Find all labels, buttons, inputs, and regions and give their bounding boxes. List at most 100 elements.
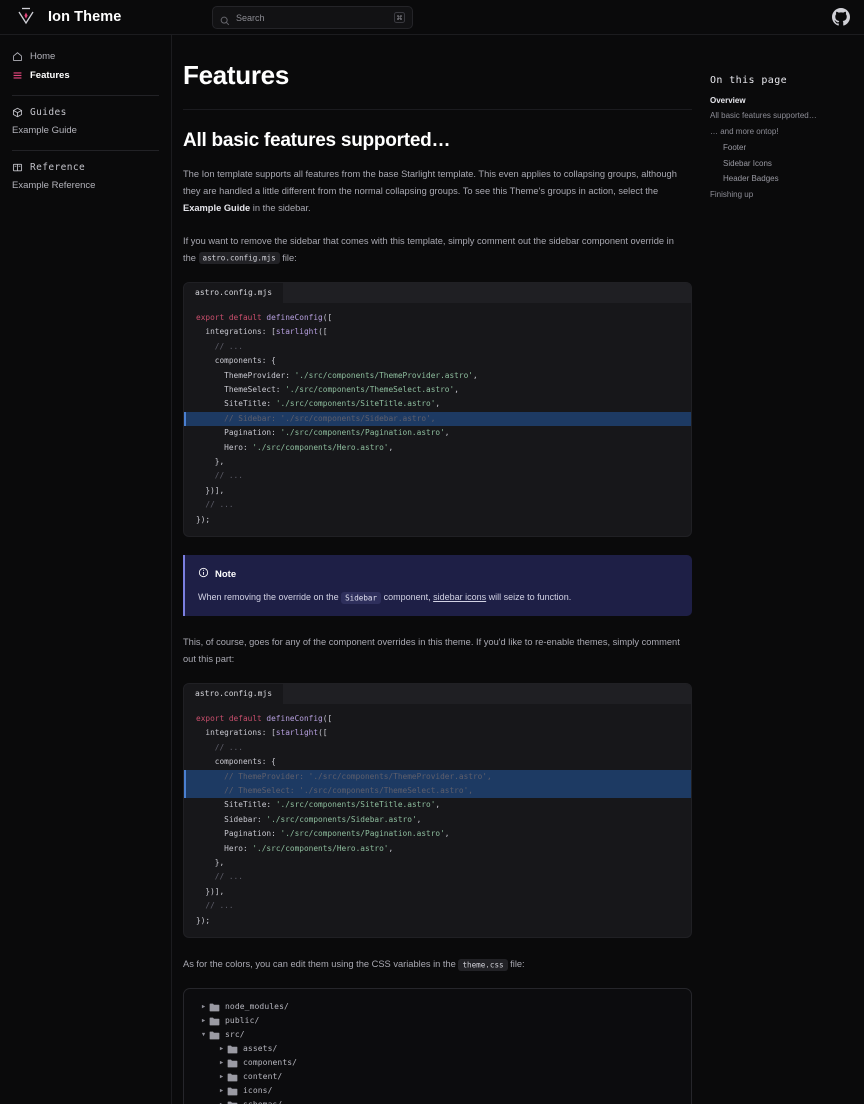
toc-title: On this page [710, 75, 854, 86]
code-line: integrations: [starlight([ [184, 325, 691, 339]
brand-title: Ion Theme [48, 9, 121, 25]
toc-item[interactable]: All basic features supported… [710, 109, 854, 125]
code-line: components: { [184, 354, 691, 368]
folder-icon [227, 1045, 238, 1054]
toc-item[interactable]: Header Badges [710, 172, 854, 188]
disclosure-caret-icon[interactable]: ▶ [216, 1084, 227, 1098]
code-line: // ... [184, 340, 691, 354]
disclosure-caret-icon[interactable]: ▶ [216, 1056, 227, 1070]
toc-item[interactable]: Overview [710, 93, 854, 109]
sidebar-divider [12, 150, 159, 151]
sidebar-group-guides[interactable]: Guides [0, 104, 171, 121]
code-line: // ... [184, 469, 691, 483]
para1-text-b: in the sidebar. [250, 203, 310, 213]
code-block-1-tab-label[interactable]: astro.config.mjs [184, 283, 283, 303]
folder-name: content/ [243, 1070, 282, 1084]
folder-name: components/ [243, 1056, 297, 1070]
disclosure-caret-icon[interactable]: ▶ [216, 1098, 227, 1104]
info-icon [198, 565, 209, 583]
paragraph-2: If you want to remove the sidebar that c… [183, 233, 683, 267]
toc-item[interactable]: … and more ontop! [710, 125, 854, 141]
folder-icon [227, 1059, 238, 1068]
code-block-1: astro.config.mjs export default defineCo… [183, 282, 692, 537]
disclosure-caret-icon[interactable]: ▶ [216, 1042, 227, 1056]
note-text-b: component, [381, 592, 433, 602]
code-line: export default defineConfig([ [184, 311, 691, 325]
code-line: // ... [184, 870, 691, 884]
code-line: Hero: './src/components/Hero.astro', [184, 842, 691, 856]
sidebar-icons-link[interactable]: sidebar icons [433, 592, 486, 602]
sidebar-group-label: Reference [30, 162, 85, 173]
app-root: Ion Theme Search ⌘ [0, 0, 864, 1104]
ion-logo-icon [13, 6, 39, 28]
sidebar-item-label: Example Guide [12, 125, 77, 136]
code-line: // Sidebar: './src/components/Sidebar.as… [184, 412, 691, 426]
code-line: integrations: [starlight([ [184, 726, 691, 740]
folder-icon [209, 1031, 220, 1040]
code-line: SiteTitle: './src/components/SiteTitle.a… [184, 397, 691, 411]
code-block-2-tabs: astro.config.mjs [184, 684, 691, 704]
brand[interactable]: Ion Theme [0, 6, 172, 28]
paragraph-4: As for the colors, you can edit them usi… [183, 956, 683, 973]
toc-item[interactable]: Finishing up [710, 188, 854, 204]
sidebar-item-features[interactable]: Features [0, 66, 171, 85]
code-line: }, [184, 856, 691, 870]
file-tree: ▶node_modules/▶public/▼src/▶assets/▶comp… [183, 988, 692, 1104]
code-block-2: astro.config.mjs export default defineCo… [183, 683, 692, 938]
code-line: components: { [184, 755, 691, 769]
search-input[interactable]: Search ⌘ [212, 6, 413, 29]
sidebar-item-example-guide[interactable]: Example Guide [0, 121, 171, 140]
file-tree-row[interactable]: ▼src/ [184, 1028, 691, 1042]
code-block-1-body: export default defineConfig([ integratio… [184, 303, 691, 536]
file-tree-row[interactable]: ▶ components/ [184, 1056, 691, 1070]
file-tree-row[interactable]: ▶assets/ [184, 1042, 691, 1056]
para1-bold: Example Guide [183, 203, 250, 213]
folder-name: node_modules/ [225, 1000, 289, 1014]
file-tree-row[interactable]: ▶ node_modules/ [184, 1000, 691, 1014]
github-icon[interactable] [832, 8, 850, 26]
site-header: Ion Theme Search ⌘ [0, 0, 864, 35]
disclosure-caret-icon[interactable]: ▶ [198, 1014, 209, 1028]
toc-item[interactable]: Sidebar Icons [710, 156, 854, 172]
note-header: Note [198, 565, 679, 583]
code-line: ThemeProvider: './src/components/ThemePr… [184, 369, 691, 383]
file-tree-row[interactable]: ▶ public/ [184, 1014, 691, 1028]
search-icon [220, 13, 230, 23]
section-heading: All basic features supported… [183, 130, 692, 152]
code-line: // ... [184, 741, 691, 755]
search-shortcut-badge: ⌘ [394, 12, 405, 23]
para4-text-a: As for the colors, you can edit them usi… [183, 959, 458, 969]
file-tree-row[interactable]: ▶ content/ [184, 1070, 691, 1084]
file-tree-row[interactable]: ▶schemas/ [184, 1098, 691, 1104]
sidebar-item-label: Features [30, 70, 70, 81]
sidebar-item-example-reference[interactable]: Example Reference [0, 176, 171, 195]
list-icon [12, 70, 23, 81]
sidebar-divider [12, 95, 159, 96]
toc-item[interactable]: Footer [710, 140, 854, 156]
folder-icon [209, 1017, 220, 1026]
code-line: // ... [184, 498, 691, 512]
code-block-2-tab-label[interactable]: astro.config.mjs [184, 684, 283, 704]
house-icon [12, 51, 23, 62]
sidebar-group-reference[interactable]: Reference [0, 159, 171, 176]
note-body: When removing the override on the Sideba… [198, 591, 679, 605]
sidebar-item-home[interactable]: Home [0, 47, 171, 66]
folder-name: icons/ [243, 1084, 273, 1098]
disclosure-caret-icon[interactable]: ▶ [198, 1000, 209, 1014]
folder-name: public/ [225, 1014, 259, 1028]
code-line: // ThemeProvider: './src/components/Them… [184, 770, 691, 784]
disclosure-caret-icon[interactable]: ▶ [216, 1070, 227, 1084]
code-block-1-tab-fill [283, 283, 691, 303]
inline-code-sidebar: Sidebar [341, 592, 381, 604]
file-tree-row[interactable]: ▶ icons/ [184, 1084, 691, 1098]
code-line: })], [184, 484, 691, 498]
table-of-contents: On this page OverviewAll basic features … [700, 35, 864, 1104]
code-line: export default defineConfig([ [184, 712, 691, 726]
code-line: Sidebar: './src/components/Sidebar.astro… [184, 813, 691, 827]
paragraph-3: This, of course, goes for any of the com… [183, 634, 683, 668]
main-content: Features All basic features supported… T… [172, 35, 700, 1104]
disclosure-caret-icon[interactable]: ▼ [198, 1028, 209, 1042]
code-line: }); [184, 914, 691, 928]
code-block-2-body: export default defineConfig([ integratio… [184, 704, 691, 937]
code-block-1-tabs: astro.config.mjs [184, 283, 691, 303]
